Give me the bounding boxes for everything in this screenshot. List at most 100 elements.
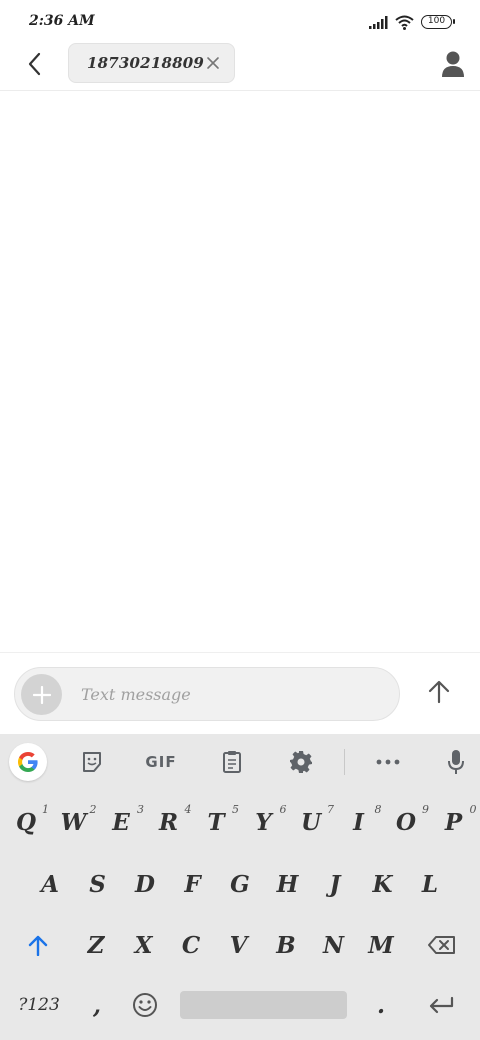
- conversation-area[interactable]: [0, 92, 480, 652]
- period-key[interactable]: .: [366, 988, 396, 1022]
- add-attachment-button[interactable]: [21, 674, 62, 715]
- recipient-number: 18730218809: [87, 54, 205, 72]
- key-hint: 7: [327, 803, 334, 816]
- key-l[interactable]: L: [413, 864, 447, 904]
- key-v[interactable]: V: [222, 925, 256, 965]
- enter-key[interactable]: [422, 988, 460, 1022]
- emoji-icon: [133, 993, 157, 1017]
- key-hint: 8: [374, 803, 382, 816]
- key-b[interactable]: B: [269, 925, 303, 965]
- key-label: Z: [87, 931, 105, 959]
- key-s[interactable]: S: [81, 864, 115, 904]
- key-q[interactable]: Q1: [9, 802, 49, 842]
- send-button[interactable]: [424, 677, 454, 707]
- key-label: J: [329, 870, 341, 898]
- key-t[interactable]: T5: [199, 802, 239, 842]
- composer: [0, 652, 480, 734]
- key-label: N: [322, 931, 345, 959]
- key-label: F: [184, 870, 201, 898]
- gif-button[interactable]: GIF: [142, 743, 180, 781]
- key-label: Y: [255, 808, 272, 836]
- settings-button[interactable]: [287, 743, 315, 781]
- key-f[interactable]: F: [176, 864, 210, 904]
- key-label: L: [421, 870, 439, 898]
- key-label: T: [207, 808, 225, 836]
- key-e[interactable]: E3: [104, 802, 144, 842]
- clipboard-icon: [223, 751, 241, 773]
- key-u[interactable]: U7: [294, 802, 334, 842]
- key-label: R: [158, 808, 179, 836]
- key-h[interactable]: H: [271, 864, 305, 904]
- key-label: E: [112, 808, 130, 836]
- status-time: 2:36 AM: [29, 13, 95, 29]
- key-m[interactable]: M: [364, 925, 398, 965]
- key-d[interactable]: D: [128, 864, 162, 904]
- recipient-chip[interactable]: 18730218809: [68, 43, 235, 83]
- key-x[interactable]: X: [127, 925, 161, 965]
- key-k[interactable]: K: [366, 864, 400, 904]
- key-hint: 6: [279, 803, 287, 816]
- key-g[interactable]: G: [223, 864, 257, 904]
- symbols-key[interactable]: ?123: [12, 988, 66, 1022]
- key-label: V: [229, 931, 248, 959]
- key-j[interactable]: J: [318, 864, 352, 904]
- key-label: B: [276, 931, 296, 959]
- clipboard-button[interactable]: [218, 743, 246, 781]
- key-n[interactable]: N: [317, 925, 351, 965]
- key-p[interactable]: P0: [437, 802, 477, 842]
- key-label: W: [60, 808, 87, 836]
- key-label: Q: [15, 808, 37, 836]
- message-input[interactable]: [81, 676, 381, 712]
- key-hint: 4: [184, 803, 192, 816]
- contact-icon: [442, 51, 464, 77]
- key-hint: 2: [89, 803, 97, 816]
- back-arrow-icon: [28, 52, 41, 76]
- google-button[interactable]: [9, 743, 47, 781]
- signal-icon: [369, 15, 388, 29]
- key-label: U: [300, 808, 322, 836]
- key-c[interactable]: C: [174, 925, 208, 965]
- status-icons: 100: [369, 12, 455, 32]
- wifi-icon: [395, 15, 414, 30]
- back-button[interactable]: [18, 48, 50, 80]
- key-label: I: [353, 808, 364, 836]
- settings-icon: [290, 751, 312, 773]
- voice-input-button[interactable]: [442, 743, 470, 781]
- backspace-key[interactable]: [424, 927, 460, 963]
- toolbar-divider: [344, 749, 345, 775]
- key-label: O: [395, 808, 417, 836]
- more-icon: [376, 759, 400, 765]
- key-label: M: [368, 931, 394, 959]
- close-icon[interactable]: [206, 56, 220, 70]
- key-r[interactable]: R4: [152, 802, 192, 842]
- keyboard: G I F Q 1 W 2 E 3 R 4 T 5 Y 6 U 7 I 8 O 9 …: [0, 734, 480, 1040]
- sticker-button[interactable]: [78, 743, 106, 781]
- contact-button[interactable]: [440, 50, 466, 78]
- more-button[interactable]: [374, 743, 402, 781]
- key-label: P: [444, 808, 463, 836]
- key-y[interactable]: Y6: [247, 802, 286, 842]
- symbols-key-label: ?123: [18, 995, 60, 1015]
- key-label: G: [230, 870, 250, 898]
- comma-key[interactable]: ,: [82, 988, 112, 1022]
- microphone-icon: [448, 750, 464, 774]
- key-a[interactable]: A: [33, 864, 67, 904]
- key-label: X: [134, 931, 153, 959]
- send-arrow-icon: [428, 680, 450, 704]
- emoji-key[interactable]: [128, 988, 162, 1022]
- google-icon: [18, 752, 38, 772]
- shift-key[interactable]: [22, 927, 54, 963]
- key-i[interactable]: I8: [342, 802, 381, 842]
- key-w[interactable]: W2: [57, 802, 97, 842]
- space-key[interactable]: [180, 991, 347, 1019]
- key-z[interactable]: Z: [79, 925, 113, 965]
- key-hint: 9: [422, 803, 429, 816]
- key-o[interactable]: O9: [389, 802, 429, 842]
- top-bar: 18730218809: [0, 42, 480, 91]
- gif-icon: GIF: [145, 753, 177, 771]
- key-label: H: [276, 870, 299, 898]
- comma-key-label: ,: [92, 991, 101, 1019]
- status-bar: 2:36 AM 100: [0, 0, 480, 42]
- keyboard-toolbar: GIF: [0, 734, 480, 790]
- key-hint: 1: [42, 803, 49, 816]
